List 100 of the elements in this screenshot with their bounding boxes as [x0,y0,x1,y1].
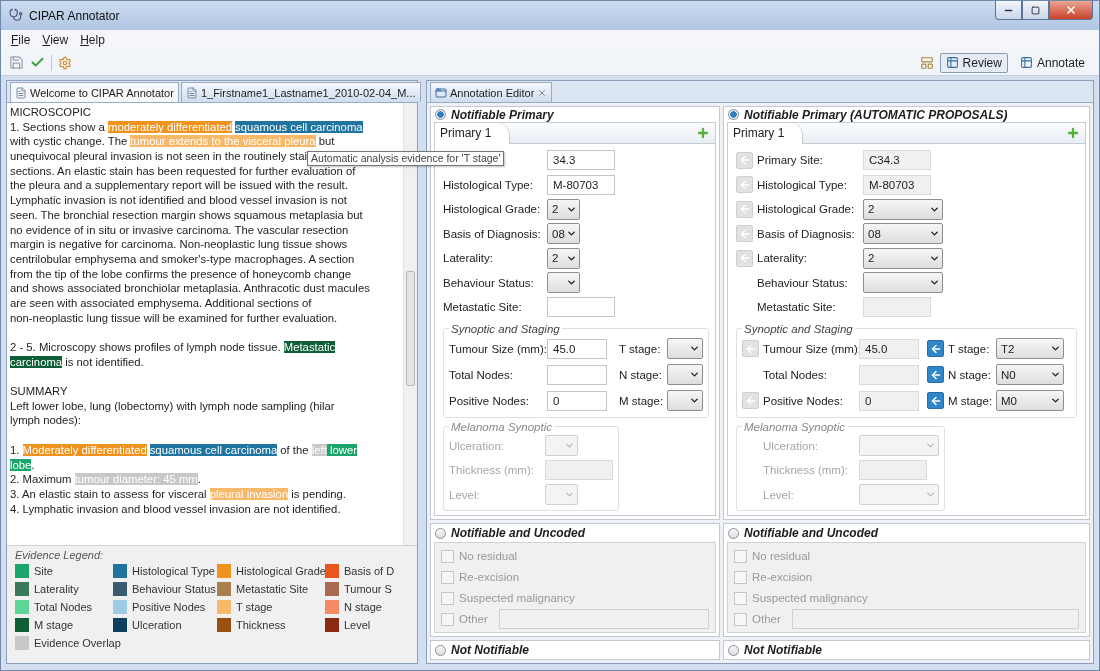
radio-button[interactable] [728,109,739,120]
evidence-button[interactable] [927,392,944,409]
maximize-button[interactable] [1022,1,1049,20]
field-label: Total Nodes: [449,368,514,381]
dropdown[interactable] [859,435,939,457]
add-icon[interactable] [1066,126,1080,140]
evidence-button[interactable] [927,366,944,383]
dropdown[interactable]: N0 [996,364,1064,385]
perspective-button[interactable]: Review [939,52,1008,73]
text-field[interactable] [498,609,709,629]
text-field[interactable] [859,460,927,481]
dropdown[interactable] [667,364,703,385]
save-icon[interactable] [9,55,24,70]
legend-label: Histological Grade [236,565,326,577]
evidence-button[interactable] [927,340,944,357]
check-icon[interactable] [30,55,45,70]
document-tab[interactable]: Welcome to CIPAR Annotator [10,82,179,102]
dropdown[interactable]: 2 [863,247,943,269]
text-field[interactable]: M-80703 [547,174,615,195]
text-field[interactable]: 0 [859,390,919,411]
close-button[interactable] [1049,1,1093,20]
report-text: margin is negative for carcinoma. Non-neoplastic lung tissue shows [10,238,348,251]
field-label: N stage: [948,368,992,381]
dropdown[interactable] [547,272,580,294]
text-field[interactable] [791,609,1079,629]
dropdown[interactable]: T2 [996,338,1064,359]
text-field[interactable]: 34.3 [547,150,615,171]
evidence-highlight[interactable]: squamous cell carcinoma [235,120,363,133]
window-icon[interactable] [919,55,934,70]
perspective-button[interactable]: Annotate [1013,52,1091,73]
dropdown[interactable]: 08 [547,223,580,245]
dropdown[interactable]: M0 [996,390,1064,411]
dropdown[interactable] [545,435,578,457]
settings-icon[interactable] [58,55,72,70]
minimize-button[interactable] [995,1,1022,20]
radio-button[interactable] [435,527,446,539]
text-field[interactable] [547,297,615,318]
report-text: but [317,135,335,148]
field-label: Laterality: [443,252,494,265]
dropdown[interactable] [859,484,939,506]
evidence-highlight[interactable]: carcinoma [10,355,63,368]
radio-button[interactable] [435,109,446,120]
field-label: Behaviour Status: [757,276,849,289]
text-field[interactable] [863,297,931,318]
field-label: Thickness (mm): [763,464,849,477]
table-icon [1019,56,1033,69]
legend-label: Laterality [34,583,79,595]
evidence-highlight[interactable]: Metastatic [283,341,336,353]
field-label: Histological Grade: [757,203,856,216]
report-text: . [197,473,201,486]
text-field[interactable]: C34.3 [863,150,931,171]
text-field[interactable]: 45.0 [547,338,607,359]
menu-item[interactable]: View [36,33,75,47]
legend-label: Histological Type [132,565,215,577]
dropdown[interactable]: 08 [863,223,943,245]
menu-item[interactable]: File [5,33,37,47]
add-icon[interactable] [696,126,710,140]
radio-button[interactable] [728,644,739,656]
report-text: 2 - 5. Microscopy shows profiles of lymph node tissue. [10,341,282,353]
text-field[interactable]: M-80703 [863,174,931,195]
report-text: SUMMARY [10,385,68,398]
dropdown[interactable] [863,272,943,294]
dropdown[interactable]: 2 [863,198,943,220]
document-tab[interactable]: 1_Firstname1_Lastname1_2010-02-04_M... [180,82,421,102]
radio-button[interactable] [728,527,739,539]
field-label: T stage: [619,342,662,355]
document-icon [15,86,27,99]
report-text: 4. Lymphatic invasion and blood vessel invasion are not identified. [10,502,341,515]
caret-icon [689,343,700,354]
text-field[interactable]: 0 [547,390,607,411]
dropdown[interactable] [667,390,703,411]
text-field[interactable] [547,364,607,385]
field-label: M stage: [948,394,992,407]
field-label: Level: [449,488,481,501]
report-text: is not identified. [64,355,144,368]
editor-tab[interactable]: Annotation Editor [430,82,553,102]
report-text: with cystic change. The [10,135,129,148]
group-title: Synoptic and Staging [450,322,561,335]
field-label: Histological Grade: [443,203,542,216]
close-icon [1065,4,1077,16]
checkbox-label: Other [752,613,781,625]
report-text: seen. The bronchial resection margin shows squamous metaplasia but [10,208,363,221]
evidence-highlight[interactable]: squamous cell carcinoma [149,443,278,456]
menu-item[interactable]: Help [74,33,111,47]
checkbox-label: No residual [752,550,811,562]
close-icon[interactable] [537,87,548,98]
legend-label: Level [344,619,371,631]
dropdown[interactable]: 2 [547,198,580,220]
text-field[interactable]: 45.0 [859,338,919,359]
dropdown[interactable]: 2 [547,247,580,269]
dropdown[interactable] [545,484,578,506]
text-field[interactable] [545,460,613,481]
primary-tab[interactable]: Primary 1 [728,122,804,144]
report-text: 2. Maximum [10,473,73,486]
dropdown[interactable] [667,338,703,359]
text-field[interactable] [859,364,919,385]
field-label: Total Nodes: [763,368,828,381]
legend-label: Total Nodes [34,601,93,613]
primary-tab[interactable]: Primary 1 [435,122,511,144]
radio-button[interactable] [435,644,446,656]
